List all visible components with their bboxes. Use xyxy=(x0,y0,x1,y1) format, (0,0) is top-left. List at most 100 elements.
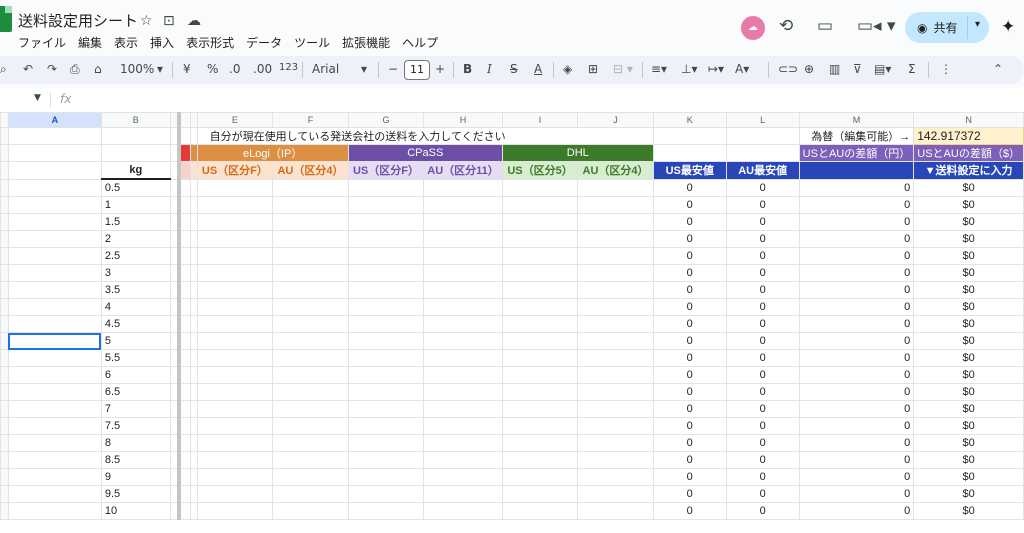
cell[interactable] xyxy=(577,230,654,248)
carrier-elogi[interactable]: eLogi（IP） xyxy=(196,144,349,162)
cell[interactable] xyxy=(423,315,503,333)
us-min-cell[interactable]: 0 xyxy=(652,196,727,214)
diff-usd-cell[interactable]: $0 xyxy=(913,247,1024,265)
cell[interactable] xyxy=(347,196,425,214)
cell[interactable] xyxy=(272,247,349,265)
cell-a[interactable] xyxy=(7,366,102,384)
cell[interactable] xyxy=(423,281,503,299)
insert-chart-icon[interactable]: ▥ xyxy=(829,62,840,76)
cell[interactable] xyxy=(577,366,654,384)
cell[interactable] xyxy=(272,451,349,469)
cell[interactable] xyxy=(272,315,349,333)
cell[interactable] xyxy=(577,332,654,350)
diff-usd-cell[interactable]: $0 xyxy=(913,230,1024,248)
us-min-cell[interactable]: 0 xyxy=(652,264,727,282)
cell[interactable] xyxy=(272,417,349,435)
cell-a[interactable] xyxy=(7,315,102,333)
cell[interactable] xyxy=(196,383,274,401)
cell[interactable] xyxy=(196,315,274,333)
cell[interactable] xyxy=(577,196,654,214)
collapse-menus-icon[interactable]: ⌃ xyxy=(993,62,1003,76)
cell-a[interactable] xyxy=(7,332,102,350)
document-title[interactable]: 送料設定用シート xyxy=(18,10,138,31)
more-options-icon[interactable]: ⋮ xyxy=(940,62,952,76)
cell[interactable] xyxy=(347,298,425,316)
cell[interactable] xyxy=(577,247,654,265)
cell[interactable] xyxy=(577,264,654,282)
column-header[interactable]: J xyxy=(577,112,654,128)
redo-icon[interactable]: ↷ xyxy=(47,62,57,76)
au-min-cell[interactable]: 0 xyxy=(725,213,800,231)
weight-cell[interactable]: 9.5 xyxy=(100,485,171,503)
cell[interactable] xyxy=(347,230,425,248)
cell-a[interactable] xyxy=(7,434,102,452)
weight-cell[interactable]: 7 xyxy=(100,400,171,418)
diff-yen-cell[interactable]: 0 xyxy=(798,349,915,367)
weight-cell[interactable]: 2.5 xyxy=(100,247,171,265)
bold-button[interactable]: B xyxy=(463,62,472,76)
weight-cell[interactable]: 0.5 xyxy=(100,178,171,197)
cell[interactable] xyxy=(423,485,503,503)
insert-comment-icon[interactable]: ⊕ xyxy=(804,62,814,76)
diff-yen-cell[interactable]: 0 xyxy=(798,383,915,401)
cell[interactable] xyxy=(501,400,579,418)
sub-header[interactable]: US（区分F） xyxy=(196,161,274,180)
cell-a[interactable] xyxy=(7,196,102,214)
diff-yen-cell[interactable]: 0 xyxy=(798,196,915,214)
diff-usd-cell[interactable]: $0 xyxy=(913,315,1024,333)
diff-yen-cell[interactable]: 0 xyxy=(798,366,915,384)
cell-a[interactable] xyxy=(7,383,102,401)
us-min-cell[interactable]: 0 xyxy=(652,247,727,265)
cell[interactable] xyxy=(501,315,579,333)
strikethrough-button[interactable]: S xyxy=(510,62,518,76)
cell[interactable] xyxy=(347,434,425,452)
cell[interactable] xyxy=(272,502,349,520)
us-min-cell[interactable]: 0 xyxy=(652,213,727,231)
sub-header[interactable]: US（区分F） xyxy=(347,161,425,180)
cell[interactable] xyxy=(196,366,274,384)
cell[interactable] xyxy=(501,332,579,350)
au-min-cell[interactable]: 0 xyxy=(725,383,800,401)
name-box-dropdown-icon[interactable]: ▼ xyxy=(34,93,41,103)
cell[interactable] xyxy=(577,281,654,299)
cell[interactable] xyxy=(423,434,503,452)
weight-cell[interactable]: 2 xyxy=(100,230,171,248)
increase-decimal-button[interactable]: .00 xyxy=(253,62,272,76)
cell[interactable] xyxy=(423,451,503,469)
au-min-cell[interactable]: 0 xyxy=(725,298,800,316)
cell[interactable] xyxy=(196,247,274,265)
cell[interactable] xyxy=(501,178,579,197)
menu-edit[interactable]: 編集 xyxy=(78,34,102,51)
cell[interactable] xyxy=(347,178,425,197)
cell[interactable] xyxy=(272,349,349,367)
sub-header[interactable]: AU（区分4） xyxy=(272,161,349,180)
cell[interactable] xyxy=(347,315,425,333)
column-header[interactable]: B xyxy=(100,112,171,128)
horizontal-align-icon[interactable]: ≡▾ xyxy=(651,62,667,76)
menu-insert[interactable]: 挿入 xyxy=(150,34,174,51)
cell[interactable] xyxy=(501,264,579,282)
weight-cell[interactable]: 5 xyxy=(100,332,171,350)
weight-cell[interactable]: 9 xyxy=(100,468,171,486)
percent-format-button[interactable]: % xyxy=(207,62,218,76)
cell-a[interactable] xyxy=(7,298,102,316)
paint-format-icon[interactable]: ⌂ xyxy=(94,62,102,76)
cell[interactable] xyxy=(423,264,503,282)
sub-header[interactable]: AU（区分4） xyxy=(577,161,654,180)
cell[interactable] xyxy=(577,417,654,435)
cell[interactable] xyxy=(196,434,274,452)
filter-views-icon[interactable]: ▤▾ xyxy=(874,62,891,76)
cell[interactable] xyxy=(347,468,425,486)
filter-icon[interactable]: ⊽ xyxy=(853,62,862,76)
more-formats-button[interactable]: 123 xyxy=(279,62,298,73)
us-min-cell[interactable]: 0 xyxy=(652,502,727,520)
text-wrapping-icon[interactable]: ↦▾ xyxy=(708,62,724,76)
cell[interactable] xyxy=(577,178,654,197)
diff-yen-cell[interactable]: 0 xyxy=(798,434,915,452)
text-color-button[interactable]: A xyxy=(534,62,542,76)
cell[interactable] xyxy=(501,298,579,316)
cell[interactable] xyxy=(196,298,274,316)
version-history-icon[interactable]: ⟲ xyxy=(779,16,793,36)
cell[interactable] xyxy=(347,349,425,367)
cell[interactable] xyxy=(347,247,425,265)
